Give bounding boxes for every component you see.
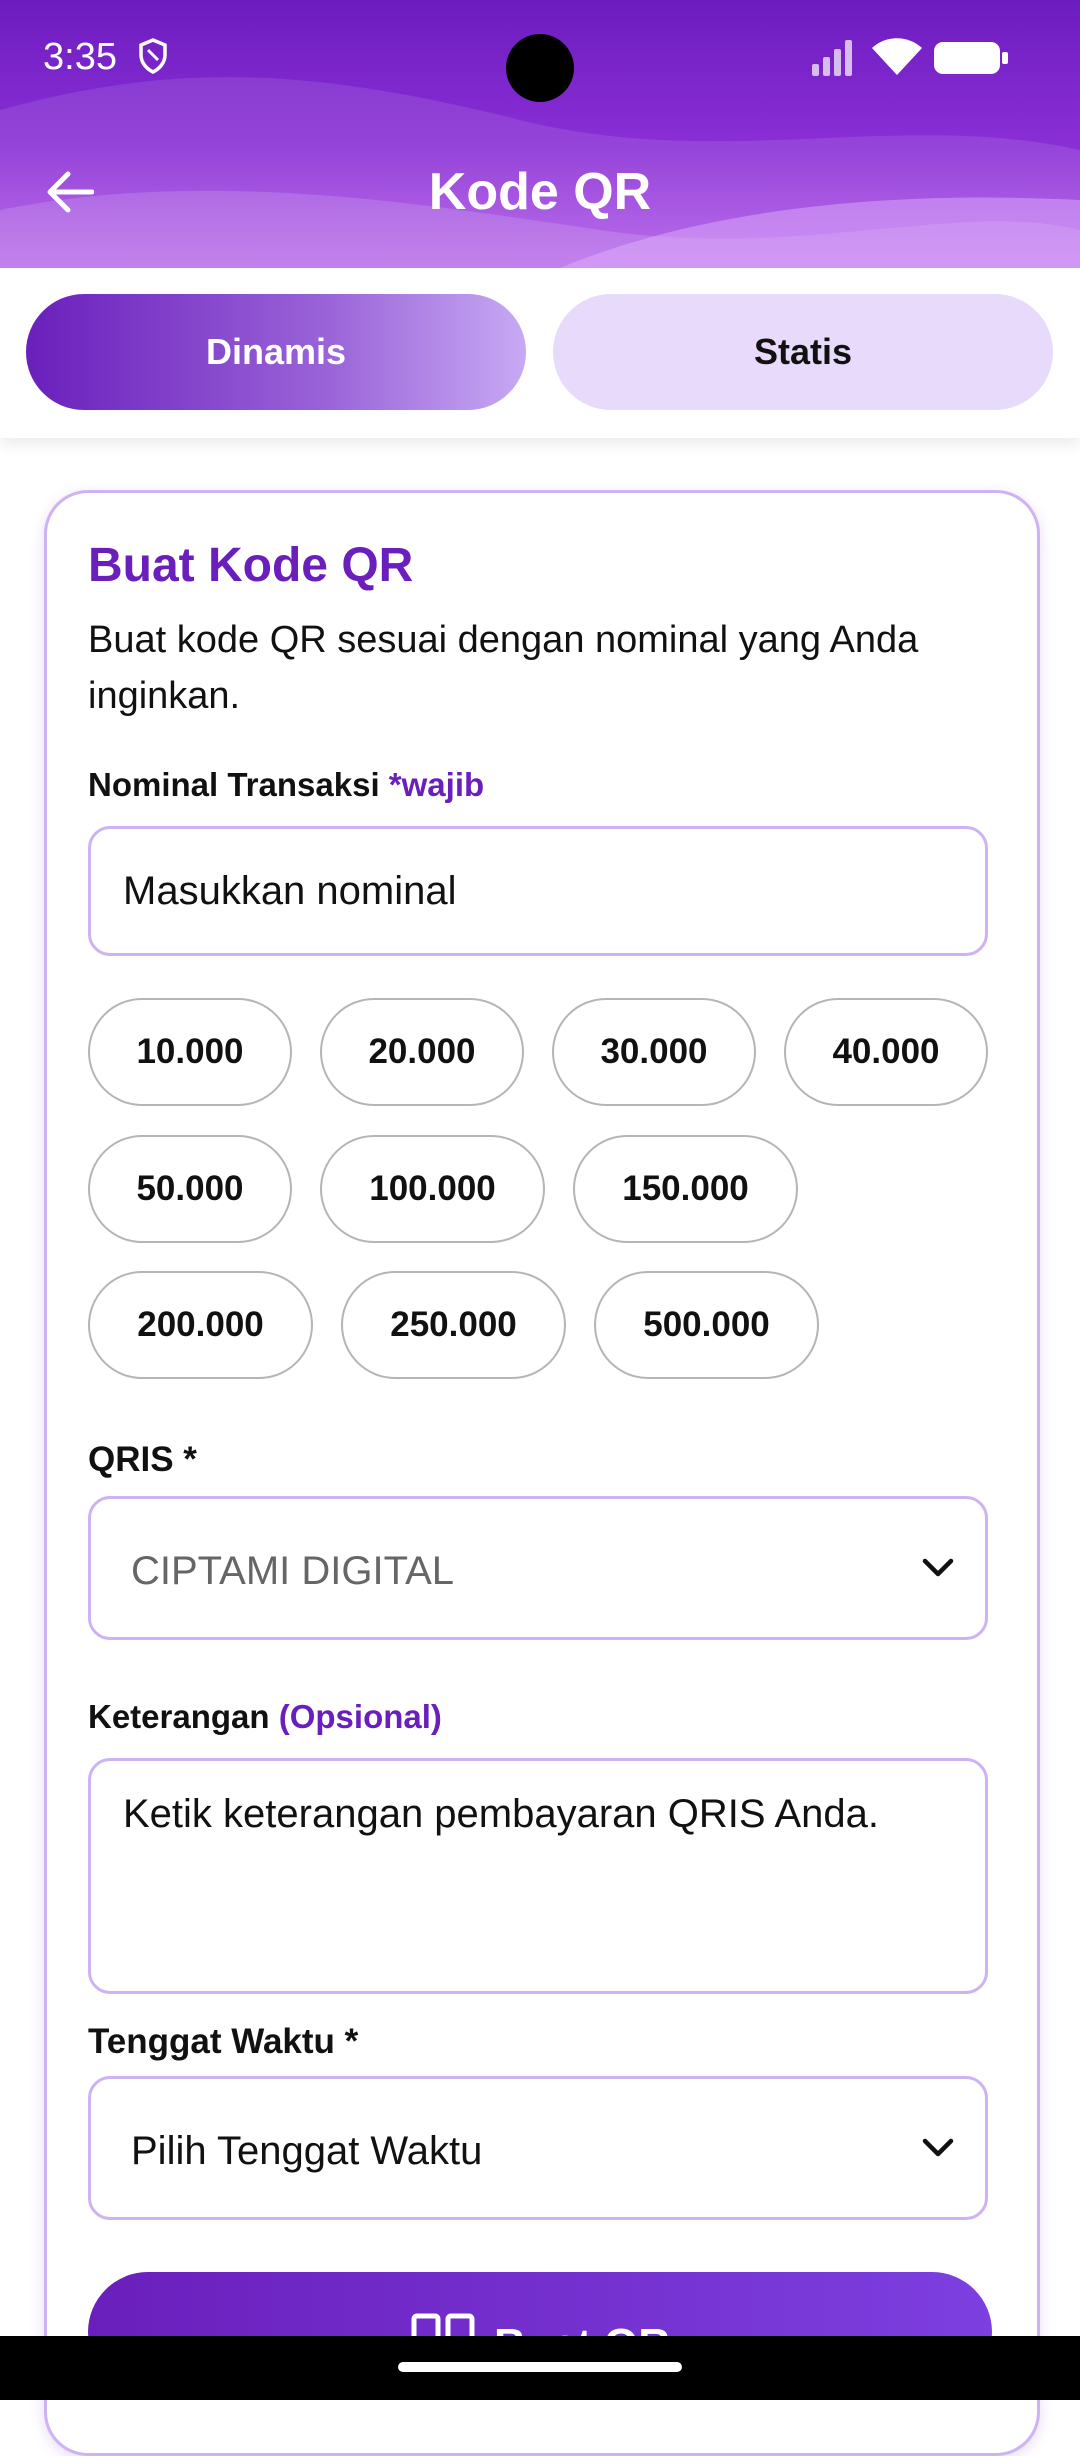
wifi-icon (872, 38, 922, 75)
shield-icon (139, 38, 167, 74)
qris-select[interactable]: CIPTAMI DIGITAL (88, 1496, 988, 1640)
amount-chip[interactable]: 40.000 (784, 998, 988, 1106)
chevron-down-icon (922, 2138, 954, 2157)
nominal-label-text: Nominal Transaksi (88, 766, 380, 803)
signal-icon (812, 40, 852, 76)
nominal-placeholder: Masukkan nominal (123, 869, 457, 913)
keterangan-label: Keterangan (Opsional) (88, 1698, 442, 1736)
tenggat-label: Tenggat Waktu * (88, 2022, 359, 2061)
home-gesture-pill[interactable] (398, 2362, 682, 2372)
amount-chip[interactable]: 150.000 (573, 1135, 798, 1243)
keterangan-textarea[interactable]: Ketik keterangan pembayaran QRIS Anda. (88, 1758, 988, 1994)
amount-chip[interactable]: 50.000 (88, 1135, 292, 1243)
keterangan-placeholder: Ketik keterangan pembayaran QRIS Anda. (123, 1792, 880, 1836)
mode-tabs: Dinamis Statis (0, 268, 1080, 438)
nominal-input[interactable]: Masukkan nominal (88, 826, 988, 956)
amount-chip[interactable]: 200.000 (88, 1271, 313, 1379)
required-tag: *wajib (388, 766, 485, 803)
camera-cutout (506, 34, 574, 102)
optional-tag: (Opsional) (278, 1698, 442, 1735)
qris-selected-value: CIPTAMI DIGITAL (131, 1549, 454, 1593)
amount-chip[interactable]: 250.000 (341, 1271, 566, 1379)
chevron-down-icon (922, 1558, 954, 1577)
qris-label: QRIS * (88, 1440, 197, 1479)
amount-chip[interactable]: 20.000 (320, 998, 524, 1106)
tenggat-select[interactable]: Pilih Tenggat Waktu (88, 2076, 988, 2220)
amount-chip[interactable]: 30.000 (552, 998, 756, 1106)
nominal-label: Nominal Transaksi *wajib (88, 766, 484, 804)
battery-icon (934, 42, 1008, 74)
keterangan-label-text: Keterangan (88, 1698, 270, 1735)
card-title: Buat Kode QR (88, 539, 414, 592)
tab-statis[interactable]: Statis (553, 294, 1053, 410)
status-time: 3:35 (43, 36, 117, 78)
amount-chip[interactable]: 10.000 (88, 998, 292, 1106)
tab-dinamis[interactable]: Dinamis (26, 294, 526, 410)
card-description: Buat kode QR sesuai dengan nominal yang … (88, 619, 919, 717)
app-header: 3:35 Kode QR (0, 0, 1080, 268)
amount-chip[interactable]: 500.000 (594, 1271, 819, 1379)
tenggat-selected-value: Pilih Tenggat Waktu (131, 2129, 483, 2173)
page-title: Kode QR (428, 163, 652, 221)
amount-chip[interactable]: 100.000 (320, 1135, 545, 1243)
